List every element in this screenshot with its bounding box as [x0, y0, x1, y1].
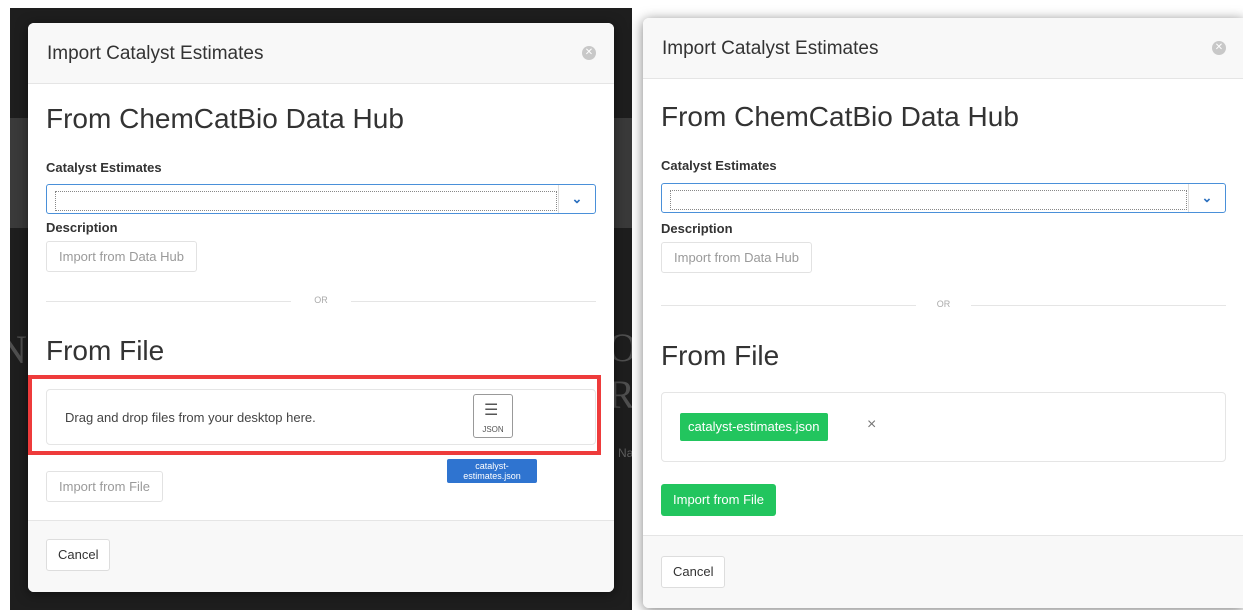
select-value: [670, 190, 1187, 210]
dragged-file-label: catalyst- estimates.json: [447, 459, 537, 483]
import-dialog-right: Import Catalyst Estimates ✕ From ChemCat…: [643, 18, 1243, 608]
file-dropzone[interactable]: catalyst-estimates.json ×: [661, 392, 1226, 462]
file-heading: From File: [661, 340, 780, 371]
or-divider: OR: [46, 295, 596, 305]
cancel-button[interactable]: Cancel: [46, 539, 111, 571]
highlight-box: [28, 375, 601, 455]
hub-heading: From ChemCatBio Data Hub: [661, 101, 1019, 132]
remove-file-icon[interactable]: ×: [867, 416, 876, 434]
modal-footer: Cancel: [643, 535, 1243, 608]
chevron-down-icon[interactable]: ⌄: [558, 185, 595, 213]
modal-title: Import Catalyst Estimates: [47, 43, 264, 64]
or-label: OR: [926, 299, 961, 309]
catalyst-estimates-select[interactable]: ⌄: [661, 183, 1226, 213]
catalyst-estimates-label: Catalyst Estimates: [46, 160, 162, 175]
import-dialog-left: Import Catalyst Estimates ✕ From ChemCat…: [28, 23, 614, 592]
modal-header: Import Catalyst Estimates ✕: [643, 18, 1243, 79]
select-value: [55, 191, 557, 211]
catalyst-estimates-select[interactable]: ⌄: [46, 184, 596, 214]
description-label: Description: [46, 220, 118, 235]
chevron-down-icon[interactable]: ⌄: [1188, 184, 1225, 212]
catalyst-estimates-label: Catalyst Estimates: [661, 158, 777, 173]
list-icon: ☰: [484, 402, 499, 419]
selected-file-chip: catalyst-estimates.json: [680, 413, 828, 441]
close-icon[interactable]: ✕: [1212, 41, 1226, 55]
json-tag: JSON: [482, 425, 504, 434]
close-icon[interactable]: ✕: [582, 46, 596, 60]
file-heading: From File: [46, 335, 165, 366]
description-label: Description: [661, 221, 733, 236]
backdrop-text: Nat: [618, 446, 632, 460]
or-label: OR: [304, 295, 338, 305]
modal-header: Import Catalyst Estimates ✕: [28, 23, 614, 84]
import-from-file-button[interactable]: Import from File: [661, 484, 777, 516]
json-file-icon[interactable]: ☰ JSON: [473, 394, 513, 438]
modal-title: Import Catalyst Estimates: [662, 38, 879, 59]
import-from-data-hub-button[interactable]: Import from Data Hub: [46, 241, 197, 272]
cancel-button[interactable]: Cancel: [661, 556, 726, 588]
import-from-file-button[interactable]: Import from File: [46, 471, 164, 502]
or-divider: OR: [661, 299, 1226, 309]
hub-heading: From ChemCatBio Data Hub: [46, 103, 404, 134]
import-from-data-hub-button[interactable]: Import from Data Hub: [661, 242, 812, 273]
modal-footer: Cancel: [28, 520, 614, 592]
